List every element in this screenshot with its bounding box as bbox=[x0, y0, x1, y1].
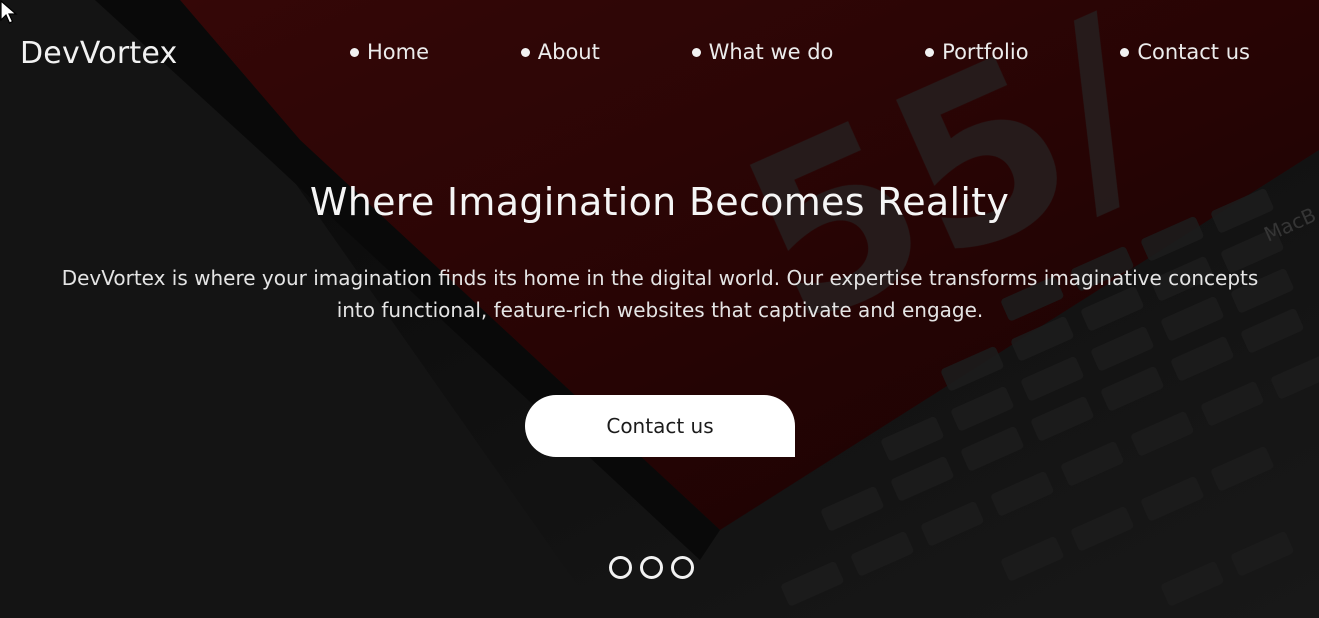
hero-title: Where Imagination Becomes Reality bbox=[309, 180, 1010, 224]
nav-item-home[interactable]: Home bbox=[350, 40, 429, 64]
carousel-dot-3[interactable] bbox=[671, 556, 694, 579]
nav-item-label: Home bbox=[367, 40, 430, 64]
bullet-icon bbox=[520, 47, 530, 57]
contact-us-button[interactable]: Contact us bbox=[525, 395, 795, 457]
brand-logo[interactable]: DevVortex bbox=[20, 36, 177, 71]
nav-item-label: What we do bbox=[708, 40, 834, 64]
nav-item-label: Contact us bbox=[1137, 40, 1250, 64]
mouse-cursor-icon bbox=[0, 0, 18, 24]
nav-item-label: About bbox=[537, 40, 600, 64]
main-navigation: Home About What we do Portfolio Contact … bbox=[350, 40, 1250, 64]
nav-item-label: Portfolio bbox=[942, 40, 1029, 64]
bullet-icon bbox=[691, 47, 701, 57]
carousel-dot-1[interactable] bbox=[609, 556, 632, 579]
nav-item-contact-us[interactable]: Contact us bbox=[1120, 40, 1250, 64]
carousel-dot-2[interactable] bbox=[640, 556, 663, 579]
nav-item-what-we-do[interactable]: What we do bbox=[691, 40, 834, 64]
carousel-indicators bbox=[609, 556, 694, 579]
nav-item-about[interactable]: About bbox=[520, 40, 600, 64]
hero-description: DevVortex is where your imagination find… bbox=[61, 266, 1259, 322]
bullet-icon bbox=[350, 47, 359, 57]
page: 55/ MacB DevVortex Home About What we do… bbox=[0, 0, 1319, 618]
bullet-icon bbox=[1120, 47, 1130, 57]
nav-item-portfolio[interactable]: Portfolio bbox=[925, 40, 1029, 64]
bullet-icon bbox=[925, 47, 935, 57]
hero-content: DevVortex Home About What we do Portfoli… bbox=[0, 0, 1319, 618]
